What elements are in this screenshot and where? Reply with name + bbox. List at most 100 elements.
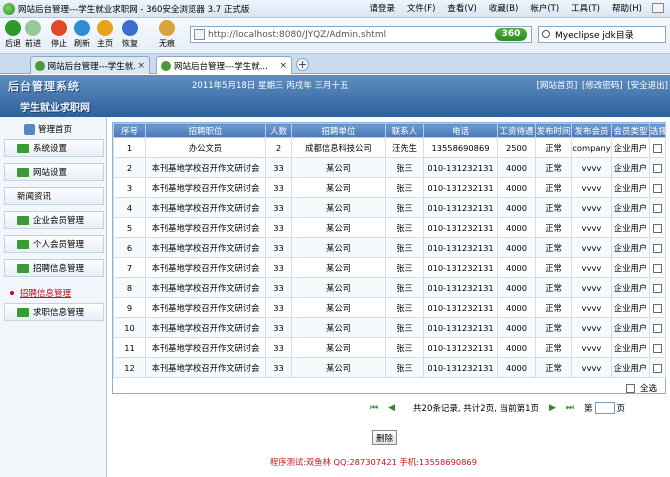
restore-button[interactable]: 恢复	[119, 20, 141, 49]
table-cell: 张三	[385, 177, 424, 198]
stop-button[interactable]: 停止	[48, 20, 70, 49]
table-cell: 6	[113, 237, 146, 258]
table-row: 5 本刊基地学校召开作文研讨会 33 某公司 张三 010-131232131 4000 正常…	[113, 217, 666, 238]
table-cell: 企业用户	[611, 157, 650, 178]
window-button-icon[interactable]	[652, 3, 664, 13]
table-cell: 正常	[535, 317, 572, 338]
tab-admin-1[interactable]: 网站后台管理---学生就... ×	[30, 56, 150, 74]
tab-favicon-icon	[161, 60, 171, 71]
menu-file[interactable]: 文件(F)	[407, 2, 436, 14]
table-cell: 某公司	[291, 237, 386, 258]
table-row: 1 办公文员 2 成都信息科技公司 汪先生 13558690869 2500 正常 compan…	[113, 137, 666, 158]
row-checkbox[interactable]	[653, 343, 662, 353]
table-cell: 正常	[535, 337, 572, 358]
forward-label: 前进	[25, 39, 41, 48]
table-cell: 某公司	[291, 317, 386, 338]
tab-admin-2[interactable]: 网站后台管理---学生就... ×	[156, 56, 292, 74]
sidebar-item-system-settings[interactable]: 系统设置	[4, 139, 104, 157]
browser-toolbar: 后退 前进 停止 刷新 主页 恢复 无痕 http://localhost:80…	[0, 18, 670, 54]
row-select-cell	[649, 337, 666, 358]
link-home[interactable]: [网站首页]	[537, 81, 578, 91]
row-checkbox[interactable]	[653, 363, 662, 373]
search-text[interactable]: Myeclipse jdk目录	[555, 28, 634, 41]
first-page-icon[interactable]: ⏮	[370, 403, 378, 413]
forward-arrow-icon	[25, 20, 41, 36]
row-checkbox[interactable]	[653, 263, 662, 273]
table-cell: 4000	[497, 217, 536, 238]
folder-icon	[17, 239, 29, 249]
row-select-cell	[649, 257, 666, 278]
row-checkbox[interactable]	[653, 163, 662, 173]
table-cell: 010-131232131	[423, 357, 498, 378]
forward-button[interactable]: 前进	[22, 20, 44, 49]
home-button[interactable]: 主页	[94, 20, 116, 49]
row-checkbox[interactable]	[653, 143, 662, 153]
last-page-icon[interactable]: ⏭	[566, 403, 574, 413]
table-cell: 成都信息科技公司	[291, 137, 386, 158]
table-cell: 办公文员	[145, 137, 266, 158]
table-cell: 张三	[385, 297, 424, 318]
table-cell: 企业用户	[611, 137, 650, 158]
row-checkbox[interactable]	[653, 243, 662, 253]
page-number-input[interactable]	[594, 402, 615, 414]
row-checkbox[interactable]	[653, 283, 662, 293]
sidebar-item-news[interactable]: 新闻资讯	[4, 187, 104, 205]
refresh-button[interactable]: 刷新	[71, 20, 93, 49]
table-cell: company	[571, 137, 612, 158]
table-cell: 本刊基地学校召开作文研讨会	[145, 157, 266, 178]
site-subtitle: 学生就业求职网	[20, 103, 90, 114]
row-checkbox[interactable]	[653, 223, 662, 233]
table-cell: 张三	[385, 357, 424, 378]
close-icon[interactable]: ×	[137, 61, 145, 71]
link-change-password[interactable]: [修改密码]	[582, 81, 623, 91]
360-badge[interactable]: 360	[495, 28, 527, 41]
menu-login[interactable]: 请登录	[369, 2, 395, 14]
table-cell: 10	[113, 317, 146, 338]
new-tab-button[interactable]: +	[296, 58, 309, 71]
table-cell: vvvv	[571, 337, 612, 358]
tab-label: 网站后台管理---学生就...	[47, 61, 138, 72]
tab-bar: 网站后台管理---学生就... × 网站后台管理---学生就... × +	[0, 54, 670, 74]
row-checkbox[interactable]	[653, 183, 662, 193]
sidebar-item-job-posts-active[interactable]: 招聘信息管理	[4, 284, 104, 302]
close-icon[interactable]: ×	[279, 61, 287, 71]
address-bar[interactable]: http://localhost:8080/JYQZ/Admin.shtml 3…	[190, 26, 532, 43]
sidebar-item-job-seekers[interactable]: 求职信息管理	[4, 303, 104, 321]
menu-account[interactable]: 帐户(T)	[530, 2, 559, 14]
select-all-checkbox[interactable]	[625, 383, 635, 393]
row-select-cell	[649, 317, 666, 338]
menu-tools[interactable]: 工具(T)	[571, 2, 600, 14]
table-row: 11 本刊基地学校召开作文研讨会 33 某公司 张三 010-131232131 4000 正…	[113, 337, 666, 358]
next-page-icon[interactable]: ▶	[549, 403, 556, 413]
delete-button[interactable]: 删除	[372, 430, 398, 445]
table-cell: 本刊基地学校召开作文研讨会	[145, 317, 266, 338]
menu-help[interactable]: 帮助(H)	[612, 2, 642, 14]
table-cell: 33	[265, 157, 292, 178]
link-logout[interactable]: [安全退出]	[627, 81, 668, 91]
table-cell: 正常	[535, 177, 572, 198]
menu-view[interactable]: 查看(V)	[447, 2, 476, 14]
table-cell: 本刊基地学校召开作文研讨会	[145, 337, 266, 358]
table-cell: 张三	[385, 157, 424, 178]
sidebar-header[interactable]: 管理首页	[24, 123, 72, 135]
table-cell: 企业用户	[611, 197, 650, 218]
table-cell: 某公司	[291, 177, 386, 198]
prev-page-icon[interactable]: ◀	[388, 403, 395, 413]
sidebar-item-personal-members[interactable]: 个人会员管理	[4, 235, 104, 253]
search-input[interactable]: Myeclipse jdk目录	[538, 26, 666, 43]
row-checkbox[interactable]	[653, 203, 662, 213]
back-button[interactable]: 后退	[2, 20, 24, 49]
table-cell: 4000	[497, 237, 536, 258]
menu-favorites[interactable]: 收藏(B)	[489, 2, 518, 14]
table-cell: 4000	[497, 257, 536, 278]
table-cell: 33	[265, 217, 292, 238]
date-text: 2011年5月18日 星期三 丙戌年 三月十五	[192, 81, 349, 91]
sidebar-item-company-members[interactable]: 企业会员管理	[4, 211, 104, 229]
select-all[interactable]: 全选	[625, 382, 657, 394]
sidebar-item-job-posts[interactable]: 招聘信息管理	[4, 259, 104, 277]
row-checkbox[interactable]	[653, 303, 662, 313]
incognito-button[interactable]: 无痕	[156, 20, 178, 49]
address-url[interactable]: http://localhost:8080/JYQZ/Admin.shtml	[208, 30, 386, 40]
row-checkbox[interactable]	[653, 323, 662, 333]
sidebar-item-site-settings[interactable]: 网站设置	[4, 163, 104, 181]
